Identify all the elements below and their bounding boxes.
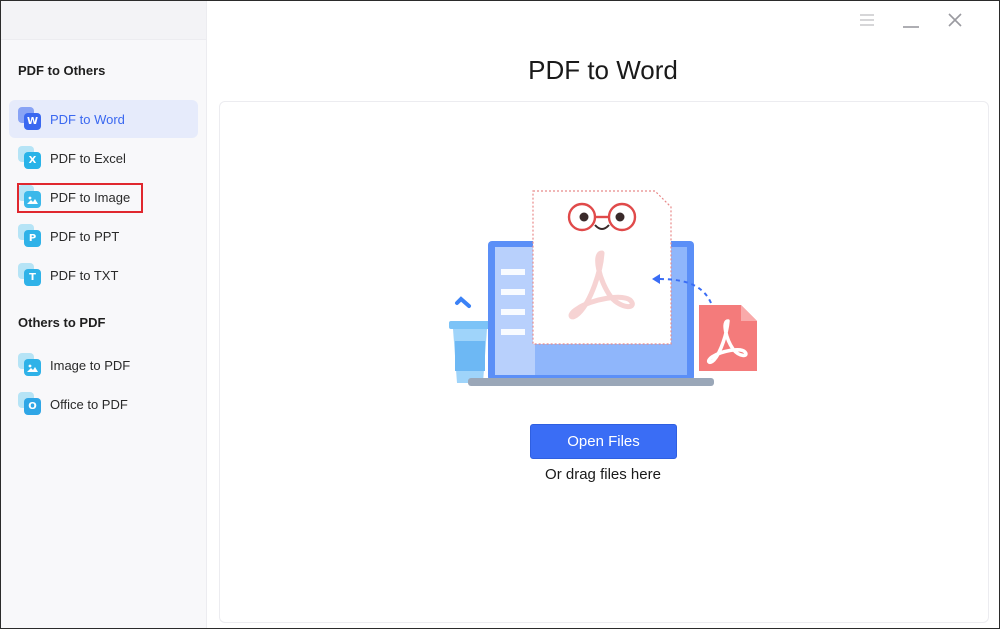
cup-illustration bbox=[449, 296, 491, 383]
upload-illustration bbox=[449, 190, 757, 386]
sidebar-item-label: Office to PDF bbox=[50, 396, 128, 412]
minimize-icon[interactable] bbox=[900, 9, 922, 31]
sidebar-item-label: PDF to Image bbox=[50, 189, 131, 205]
sidebar-item-image-to-pdf[interactable]: Image to PDF bbox=[9, 346, 198, 384]
ppt-icon: P bbox=[18, 224, 42, 248]
sidebar-item-label: Image to PDF bbox=[50, 357, 131, 373]
page-title: PDF to Word bbox=[528, 55, 678, 85]
pdf-document-illustration bbox=[532, 190, 672, 345]
office-icon: O bbox=[18, 392, 42, 416]
pdf-file-icon bbox=[699, 305, 757, 371]
excel-icon: X bbox=[18, 146, 42, 170]
sidebar-item-pdf-to-txt[interactable]: T PDF to TXT bbox=[9, 256, 198, 294]
drag-files-hint: Or drag files here bbox=[545, 466, 661, 483]
sidebar-item-label: PDF to PPT bbox=[50, 228, 120, 244]
sidebar-item-office-to-pdf[interactable]: O Office to PDF bbox=[9, 385, 198, 423]
word-icon: W bbox=[18, 107, 42, 131]
image-icon bbox=[18, 185, 42, 209]
sidebar-item-pdf-to-ppt[interactable]: P PDF to PPT bbox=[9, 217, 198, 255]
open-files-button[interactable]: Open Files bbox=[530, 424, 677, 459]
sidebar-item-label: PDF to TXT bbox=[50, 267, 119, 283]
sidebar-topbar bbox=[1, 1, 206, 40]
sidebar-item-pdf-to-image[interactable]: PDF to Image bbox=[9, 178, 198, 216]
image-to-pdf-icon bbox=[18, 353, 42, 377]
sidebar-item-pdf-to-excel[interactable]: X PDF to Excel bbox=[9, 139, 198, 177]
sidebar-item-pdf-to-word[interactable]: W PDF to Word bbox=[9, 100, 198, 138]
sidebar: PDF to Others W PDF to Word X PDF to Exc… bbox=[1, 1, 207, 628]
section-title-others-to-pdf: Others to PDF bbox=[18, 315, 106, 330]
menu-icon[interactable] bbox=[856, 9, 878, 31]
sidebar-item-label: PDF to Word bbox=[50, 111, 125, 127]
app-window: PDF to Others W PDF to Word X PDF to Exc… bbox=[0, 0, 1000, 629]
txt-icon: T bbox=[18, 263, 42, 287]
section-title-pdf-to-others: PDF to Others bbox=[18, 63, 106, 78]
sidebar-item-label: PDF to Excel bbox=[50, 150, 126, 166]
close-icon[interactable] bbox=[944, 9, 966, 31]
